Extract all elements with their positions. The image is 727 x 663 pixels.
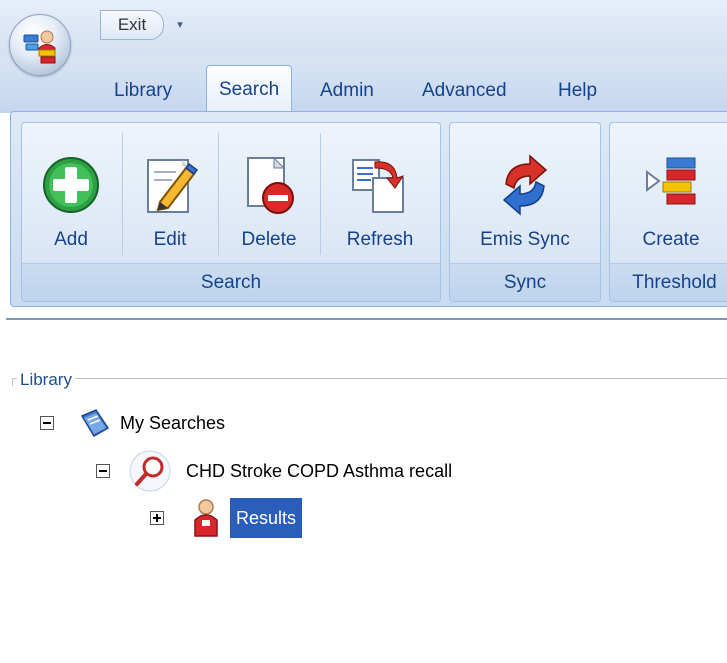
add-label: Add (54, 229, 88, 250)
emis-sync-button[interactable]: Emis Sync (456, 129, 594, 257)
ribbon-group-sync-label: Sync (450, 263, 600, 301)
delete-label: Delete (241, 229, 297, 250)
sync-icon (502, 154, 548, 216)
my-searches-icon (80, 409, 110, 438)
library-groupbox-border (12, 378, 727, 379)
threshold-create-icon (646, 157, 696, 205)
tree-node-results[interactable]: Results (150, 498, 303, 538)
app-logo-icon (23, 30, 56, 64)
tab-advanced[interactable]: Advanced (410, 69, 519, 113)
tab-library[interactable]: Library (102, 69, 184, 113)
add-icon (43, 157, 99, 213)
ribbon-group-threshold: Create Threshold (609, 122, 727, 302)
library-legend: Library (17, 370, 75, 390)
delete-icon (247, 156, 294, 214)
content-top-border (6, 318, 727, 320)
patient-results-icon (194, 499, 218, 537)
refresh-label: Refresh (346, 229, 414, 250)
refresh-icon (352, 159, 405, 213)
tab-admin[interactable]: Admin (308, 69, 386, 113)
edit-button[interactable]: Edit (123, 129, 217, 257)
application-menu-button[interactable] (9, 14, 71, 76)
edit-icon (147, 159, 198, 213)
collapse-toggle[interactable] (40, 416, 54, 430)
refresh-button[interactable]: Refresh (321, 129, 439, 257)
ribbon-panel: Add Edit Delete Refresh Search Emis Sync… (10, 111, 727, 307)
edit-label: Edit (153, 229, 187, 250)
tree-node-search[interactable]: CHD Stroke COPD Asthma recall (96, 449, 452, 493)
quick-access-dropdown-icon[interactable]: ▾ (174, 19, 186, 31)
library-groupbox-tick (12, 378, 13, 386)
tree-node-label: My Searches (120, 412, 226, 433)
ribbon-group-search: Add Edit Delete Refresh Search (21, 122, 441, 302)
exit-button[interactable]: Exit (100, 10, 164, 40)
tab-search[interactable]: Search (206, 65, 293, 113)
create-label: Create (642, 229, 700, 250)
create-threshold-button[interactable]: Create (616, 129, 726, 257)
ribbon-group-threshold-label: Threshold (610, 263, 727, 301)
ribbon-tabs: Library Search Admin Advanced Help (0, 55, 727, 113)
add-button[interactable]: Add (22, 129, 120, 257)
emis-sync-label: Emis Sync (480, 229, 570, 250)
collapse-toggle[interactable] (96, 464, 110, 478)
expand-toggle[interactable] (150, 511, 164, 525)
selected-node-label: Results (230, 498, 303, 538)
tree-node-my-searches[interactable]: My Searches (40, 406, 225, 440)
ribbon-group-search-label: Search (22, 263, 440, 301)
delete-button[interactable]: Delete (219, 129, 319, 257)
tree-node-label: CHD Stroke COPD Asthma recall (186, 460, 453, 481)
ribbon-group-sync: Emis Sync Sync (449, 122, 601, 302)
search-magnifier-icon (129, 450, 171, 492)
tab-help[interactable]: Help (546, 69, 609, 113)
